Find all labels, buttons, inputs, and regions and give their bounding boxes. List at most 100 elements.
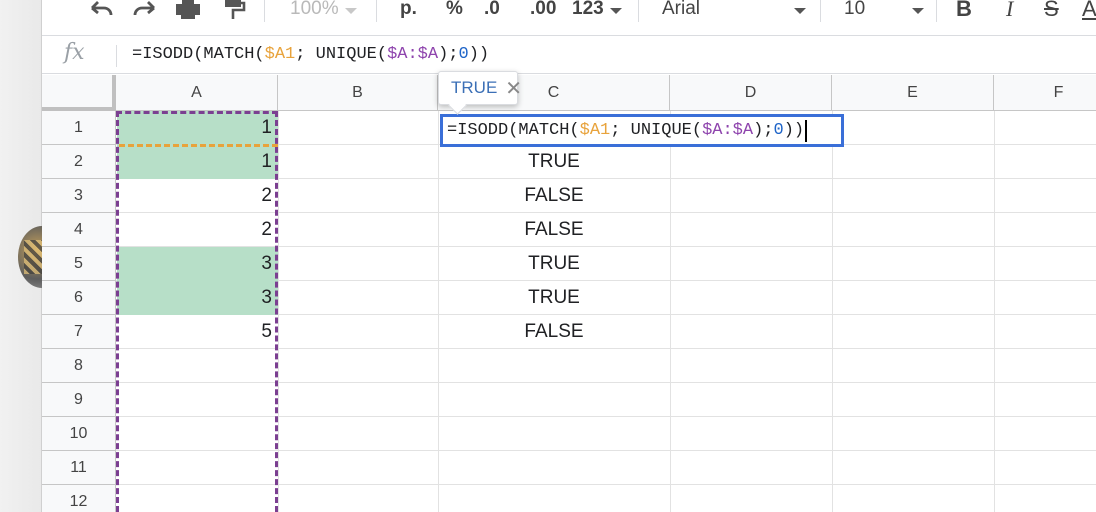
cell-c4[interactable]: FALSE	[438, 213, 670, 247]
cell-a1[interactable]: 1	[117, 111, 278, 145]
chevron-down-icon	[794, 7, 806, 14]
formula-text: );	[438, 45, 459, 64]
row-header-1[interactable]: 1	[42, 111, 116, 145]
column-header-b[interactable]: B	[278, 75, 438, 111]
tooltip-value: TRUE	[451, 78, 498, 97]
paint-format-icon[interactable]	[222, 0, 246, 22]
cell-a6[interactable]: 3	[117, 281, 278, 315]
chevron-down-icon	[912, 7, 924, 14]
toolbar-divider	[376, 0, 377, 22]
row-header-3[interactable]: 3	[42, 179, 116, 213]
column-gridline	[670, 111, 671, 512]
spreadsheet-grid: A B C D E F 1 2 3 4 5 6 7 8 9 10 11 12 1 1 2 2 3 3 5 TRUE FALSE FAL…	[42, 71, 1096, 512]
cell-a4[interactable]: 2	[117, 213, 278, 247]
cell-c5[interactable]: TRUE	[438, 247, 670, 281]
row-header-2[interactable]: 2	[42, 145, 116, 179]
toolbar-divider	[936, 0, 937, 22]
column-header-d[interactable]: D	[670, 75, 832, 111]
editor-formula-part: );	[753, 121, 774, 140]
cell-editor-c1[interactable]: =ISODD(MATCH($A1; UNIQUE($A:$A); 0))	[440, 114, 844, 147]
editor-formula-part: $A1	[579, 121, 611, 140]
font-size-value: 10	[844, 0, 866, 19]
cell-c3[interactable]: FALSE	[438, 179, 670, 213]
column-header-a[interactable]: A	[116, 75, 278, 111]
editor-formula-part: 0	[773, 121, 784, 140]
row-gridline	[116, 450, 1096, 451]
cell-a2[interactable]: 1	[117, 145, 278, 179]
toolbar-divider	[638, 0, 639, 22]
column-header-f[interactable]: F	[994, 75, 1096, 111]
cell-a7[interactable]: 5	[117, 315, 278, 349]
row-gridline	[116, 382, 1096, 383]
chevron-down-icon	[609, 7, 622, 14]
range-outline-a1	[119, 144, 278, 147]
formula-bar-divider	[116, 45, 117, 67]
row-header-8[interactable]: 8	[42, 349, 116, 383]
column-gridline	[832, 111, 833, 512]
undo-icon[interactable]	[88, 0, 114, 22]
text-color-button[interactable]: A	[1082, 0, 1096, 22]
editor-formula-part: =ISODD(MATCH(	[447, 121, 580, 140]
decrease-decimal-button[interactable]: .0	[484, 0, 500, 22]
text-color-label: A	[1082, 0, 1096, 21]
row-header-9[interactable]: 9	[42, 383, 116, 417]
toolbar-divider	[264, 0, 265, 22]
format-percent-label: %	[446, 0, 463, 19]
formula-text: ))	[468, 45, 490, 64]
formula-text: =ISODD(MATCH(	[132, 45, 265, 64]
row-gridline	[116, 416, 1096, 417]
font-size-select[interactable]: 10	[844, 0, 924, 22]
bold-button[interactable]: B	[956, 0, 972, 22]
italic-label: I	[1006, 0, 1014, 21]
cell-c7[interactable]: FALSE	[438, 315, 670, 349]
formula-number: 0	[458, 45, 469, 64]
fx-icon: fx	[64, 40, 85, 65]
row-header-7[interactable]: 7	[42, 315, 116, 349]
more-formats-label: 123	[572, 0, 604, 19]
increase-decimal-button[interactable]: .00	[530, 0, 556, 22]
row-gridline	[116, 484, 1096, 485]
font-family-value: Arial	[662, 0, 701, 19]
zoom-select[interactable]: 100%	[290, 0, 357, 22]
decrease-decimal-label: .0	[484, 0, 500, 19]
editor-formula-part: ))	[783, 121, 805, 140]
formula-text: ; UNIQUE(	[295, 45, 388, 64]
formula-ref-a1: $A1	[264, 45, 296, 64]
italic-button[interactable]: I	[1006, 0, 1013, 22]
format-percent-button[interactable]: %	[446, 0, 463, 22]
row-header-10[interactable]: 10	[42, 417, 116, 451]
increase-decimal-label: .00	[530, 0, 557, 19]
column-gridline	[278, 111, 279, 512]
chevron-down-icon	[344, 7, 357, 14]
format-currency-button[interactable]: р.	[400, 0, 417, 22]
strikethrough-label: S	[1044, 0, 1059, 21]
cell-c2[interactable]: TRUE	[438, 145, 670, 179]
strikethrough-button[interactable]: S	[1044, 0, 1059, 22]
redo-icon[interactable]	[132, 0, 158, 22]
column-header-e[interactable]: E	[832, 75, 994, 111]
editor-formula-part: $A:$A	[702, 121, 754, 140]
row-header-6[interactable]: 6	[42, 281, 116, 315]
font-family-select[interactable]: Arial	[662, 0, 806, 22]
row-header-4[interactable]: 4	[42, 213, 116, 247]
text-cursor	[805, 119, 808, 142]
close-icon[interactable]: ✕	[505, 76, 522, 101]
more-formats-button[interactable]: 123	[572, 0, 622, 22]
zoom-value: 100%	[290, 0, 339, 19]
bold-label: B	[956, 0, 972, 21]
row-header-11[interactable]: 11	[42, 451, 116, 485]
format-currency-label: р.	[400, 0, 417, 19]
cell-c6[interactable]: TRUE	[438, 281, 670, 315]
row-header-12[interactable]: 12	[42, 485, 116, 512]
column-gridline	[994, 111, 995, 512]
editor-formula-part: ; UNIQUE(	[610, 121, 703, 140]
formula-input[interactable]: =ISODD(MATCH($A1; UNIQUE($A:$A);0))	[132, 45, 489, 64]
cell-a5[interactable]: 3	[117, 247, 278, 281]
print-icon[interactable]	[174, 0, 202, 22]
formula-result-tooltip: TRUE ✕	[438, 71, 522, 105]
cell-a3[interactable]: 2	[117, 179, 278, 213]
toolbar: 100% р. % .0 .00 123 Arial 10 B I S A	[42, 0, 1096, 34]
row-header-5[interactable]: 5	[42, 247, 116, 281]
select-all-corner[interactable]	[42, 75, 116, 111]
toolbar-divider	[820, 0, 821, 22]
